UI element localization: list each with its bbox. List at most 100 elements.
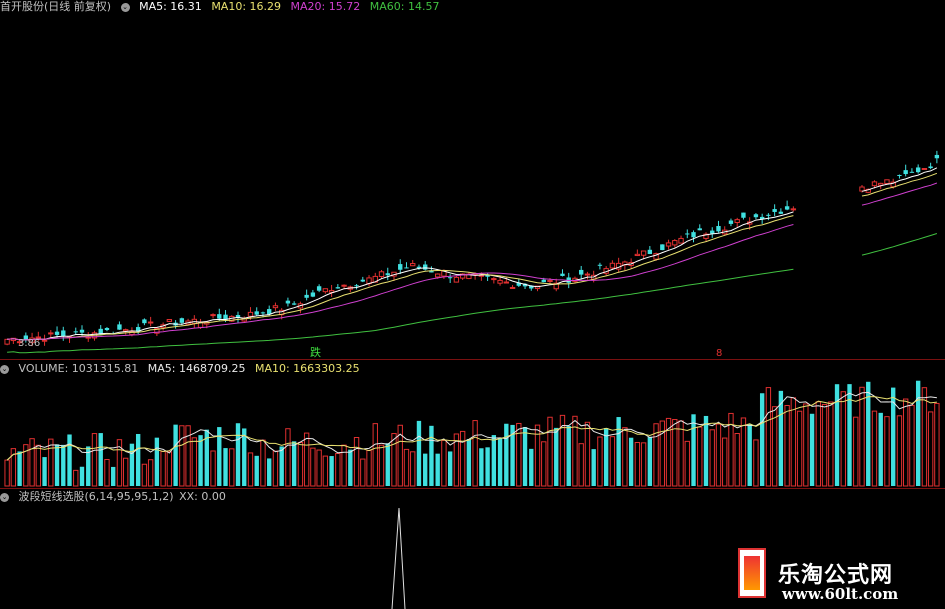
candle-body <box>491 278 497 281</box>
candle-body <box>647 249 653 255</box>
candle-body <box>304 294 309 298</box>
volume-bar <box>17 451 22 486</box>
candle-body <box>447 277 453 279</box>
candle-body <box>117 324 122 330</box>
candle-body <box>378 271 385 277</box>
volume-bar <box>285 428 291 487</box>
volume-bar <box>48 438 54 487</box>
candle-body <box>685 233 690 235</box>
volume-bar <box>91 433 98 487</box>
volume-bar <box>366 449 372 487</box>
volume-bar <box>715 423 722 487</box>
volume-bar <box>348 449 353 486</box>
candle-body <box>903 170 908 175</box>
candle-body <box>453 276 460 283</box>
volume-bar <box>98 433 103 486</box>
marker-right: 8 <box>716 348 722 359</box>
candle-body <box>122 329 129 332</box>
candle-body <box>316 286 322 291</box>
volume-bar <box>67 434 72 486</box>
candle-body <box>741 212 746 218</box>
volume-bar <box>834 384 840 486</box>
candle-body <box>322 288 329 293</box>
volume-bar <box>921 387 928 487</box>
volume-bar <box>522 427 528 486</box>
candle-body <box>503 281 510 284</box>
volume-bar <box>391 433 397 487</box>
candle-body <box>790 208 797 211</box>
volume-bar <box>141 463 148 487</box>
candle-body <box>310 292 316 297</box>
volume-bar <box>104 459 110 487</box>
volume-bar <box>678 420 684 487</box>
volume-bar <box>759 393 765 486</box>
volume-bar <box>191 437 198 487</box>
volume-bar <box>597 436 603 487</box>
volume-bar <box>61 444 66 486</box>
volume-bar <box>871 410 878 487</box>
signal-spike <box>391 507 406 609</box>
volume-bar <box>504 423 509 486</box>
volume-bar <box>267 458 272 486</box>
candle-body <box>48 332 54 335</box>
volume-bar <box>229 448 235 487</box>
candle-body <box>404 267 409 269</box>
volume-bar <box>173 424 178 486</box>
volume-bar <box>129 443 135 486</box>
candle-body <box>247 311 254 317</box>
candle-body <box>909 171 915 173</box>
volume-bar <box>360 458 366 487</box>
volume-bar <box>329 456 334 486</box>
volume-bar <box>529 448 534 486</box>
volume-bar <box>790 397 797 487</box>
volume-bar <box>247 452 254 487</box>
candle-body <box>897 174 902 176</box>
volume-bar <box>54 444 60 486</box>
candle-body <box>73 331 78 333</box>
volume-bar <box>896 415 903 487</box>
volume-bar <box>335 453 341 487</box>
candle-body <box>410 263 416 267</box>
volume-bar <box>472 420 478 487</box>
candle-body <box>285 300 291 304</box>
volume-bars <box>4 380 940 487</box>
volume-bar <box>821 403 828 487</box>
volume-bar <box>310 447 316 487</box>
volume-bar <box>166 451 173 487</box>
volume-bar <box>722 437 728 487</box>
candle-body <box>354 285 359 287</box>
volume-bar <box>410 451 416 487</box>
volume-bar <box>578 443 584 487</box>
volume-bar <box>154 437 160 486</box>
volume-bar <box>734 432 740 487</box>
volume-bar <box>909 404 915 487</box>
volume-bar <box>179 425 185 487</box>
volume-bar <box>566 425 571 486</box>
volume-bar <box>815 401 822 487</box>
candle-body <box>360 279 365 282</box>
volume-bar <box>647 436 653 486</box>
volume-bar <box>840 391 846 487</box>
candle-body <box>640 250 647 256</box>
volume-bar <box>915 380 921 486</box>
volume-bar <box>429 425 434 486</box>
candle-body <box>915 167 921 173</box>
volume-bar <box>29 438 35 487</box>
volume-bar <box>747 423 752 486</box>
volume-bar <box>160 451 166 487</box>
volume-bar <box>784 405 790 487</box>
volume-bar <box>853 416 859 487</box>
candle-body <box>634 253 641 257</box>
volume-bar <box>435 453 440 486</box>
candle-body <box>934 154 940 159</box>
volume-bar <box>591 449 596 486</box>
stock-chart-canvas[interactable]: 3.86 跌 8 <box>0 0 945 609</box>
volume-bar <box>254 455 259 486</box>
volume-bar <box>753 439 759 487</box>
candle-body <box>609 262 616 269</box>
candle-body <box>871 181 878 187</box>
candle-body <box>385 273 390 276</box>
candle-body <box>691 232 696 238</box>
volume-bar <box>491 435 497 486</box>
candle-body <box>678 237 684 244</box>
